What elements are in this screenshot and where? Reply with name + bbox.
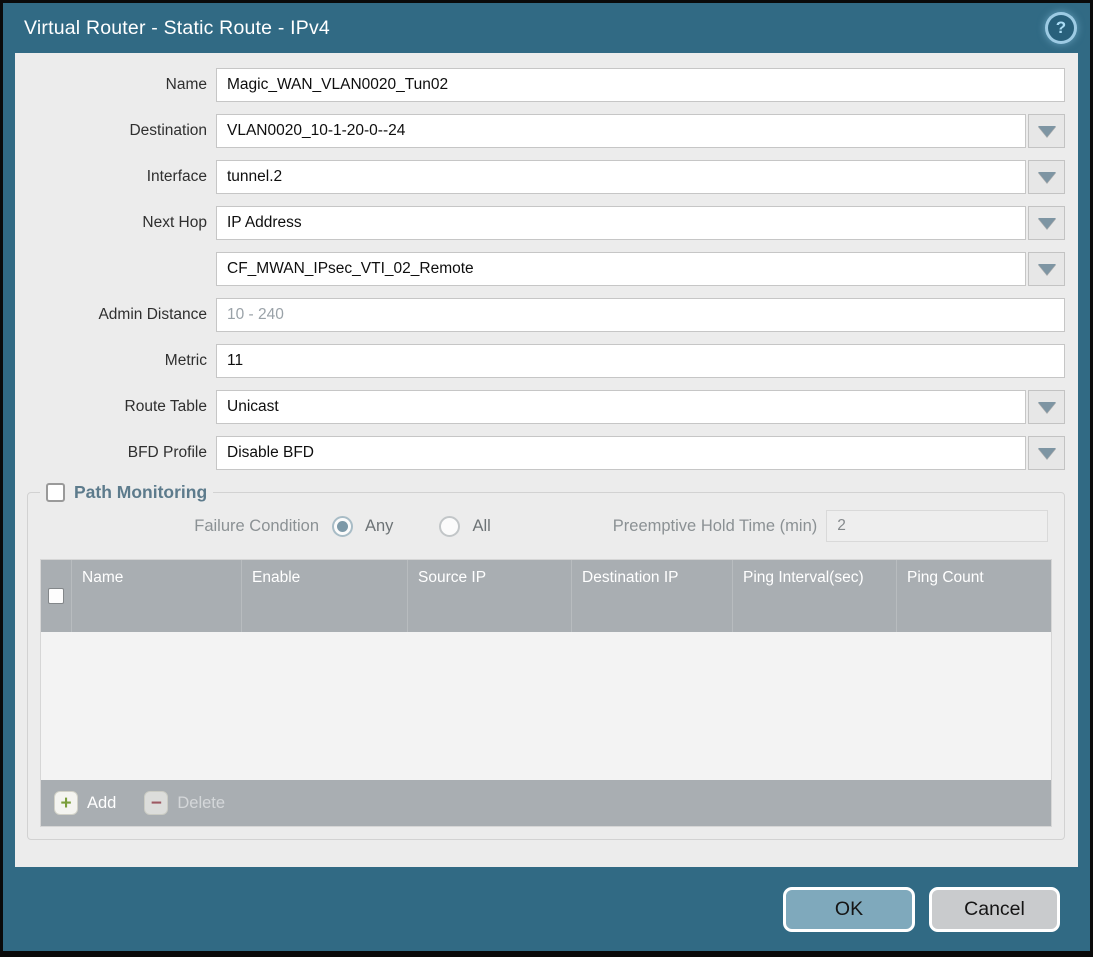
- failure-condition-all-radio[interactable]: [439, 516, 460, 537]
- name-label: Name: [15, 76, 216, 94]
- column-header-source-ip[interactable]: Source IP: [408, 560, 572, 632]
- failure-condition-any-radio[interactable]: [332, 516, 353, 537]
- chevron-down-icon: [1038, 172, 1056, 183]
- admin-distance-row: Admin Distance: [15, 298, 1065, 332]
- interface-row: Interface: [15, 160, 1065, 194]
- next-hop-type-input[interactable]: [216, 206, 1026, 240]
- name-row: Name: [15, 68, 1065, 102]
- add-button-label: Add: [87, 794, 116, 813]
- chevron-down-icon: [1038, 126, 1056, 137]
- failure-condition-label: Failure Condition: [40, 517, 332, 536]
- add-button[interactable]: + Add: [54, 791, 116, 815]
- radio-dot-icon: [337, 521, 348, 532]
- path-monitoring-legend: Path Monitoring: [40, 482, 213, 503]
- destination-dropdown-button[interactable]: [1028, 114, 1065, 148]
- bfd-profile-row: BFD Profile: [15, 436, 1065, 470]
- failure-condition-any-label: Any: [365, 517, 393, 536]
- interface-dropdown-button[interactable]: [1028, 160, 1065, 194]
- route-table-input[interactable]: [216, 390, 1026, 424]
- table-body-empty[interactable]: [41, 632, 1051, 780]
- column-header-name[interactable]: Name: [72, 560, 242, 632]
- route-table-label: Route Table: [15, 398, 216, 416]
- path-monitoring-table: Name Enable Source IP Destination IP Pin…: [40, 559, 1052, 827]
- column-header-enable[interactable]: Enable: [242, 560, 408, 632]
- next-hop-row: Next Hop: [15, 206, 1065, 240]
- path-monitoring-checkbox[interactable]: [46, 483, 65, 502]
- table-header-checkbox-cell: [41, 560, 72, 632]
- destination-row: Destination: [15, 114, 1065, 148]
- ok-button[interactable]: OK: [783, 887, 915, 932]
- admin-distance-label: Admin Distance: [15, 306, 216, 324]
- failure-condition-row: Failure Condition Any All Preemptive Hol…: [40, 509, 1052, 543]
- chevron-down-icon: [1038, 218, 1056, 229]
- delete-minus-icon: −: [144, 791, 168, 815]
- interface-label: Interface: [15, 168, 216, 186]
- next-hop-type-dropdown-button[interactable]: [1028, 206, 1065, 240]
- admin-distance-input[interactable]: [216, 298, 1065, 332]
- bfd-profile-dropdown-button[interactable]: [1028, 436, 1065, 470]
- static-route-dialog: Virtual Router - Static Route - IPv4 ? N…: [0, 0, 1093, 957]
- select-all-checkbox[interactable]: [48, 588, 64, 604]
- delete-button[interactable]: − Delete: [144, 791, 225, 815]
- destination-input[interactable]: [216, 114, 1026, 148]
- help-icon-glyph: ?: [1056, 18, 1066, 38]
- path-monitoring-title: Path Monitoring: [74, 482, 207, 503]
- chevron-down-icon: [1038, 448, 1056, 459]
- next-hop-address-dropdown-button[interactable]: [1028, 252, 1065, 286]
- table-header-row: Name Enable Source IP Destination IP Pin…: [41, 560, 1051, 632]
- metric-label: Metric: [15, 352, 216, 370]
- preemptive-hold-time-label: Preemptive Hold Time (min): [613, 517, 817, 536]
- route-table-row: Route Table: [15, 390, 1065, 424]
- dialog-title: Virtual Router - Static Route - IPv4: [24, 17, 1048, 40]
- bfd-profile-input[interactable]: [216, 436, 1026, 470]
- metric-row: Metric: [15, 344, 1065, 378]
- path-monitoring-section: Path Monitoring Failure Condition Any Al…: [27, 482, 1065, 840]
- preemptive-hold-time-input[interactable]: [826, 510, 1048, 542]
- title-bar: Virtual Router - Static Route - IPv4 ?: [3, 3, 1090, 53]
- column-header-destination-ip[interactable]: Destination IP: [572, 560, 733, 632]
- next-hop-address-input[interactable]: [216, 252, 1026, 286]
- help-icon[interactable]: ?: [1048, 15, 1074, 41]
- failure-condition-all-label: All: [472, 517, 490, 536]
- delete-button-label: Delete: [177, 794, 225, 813]
- table-footer-bar: + Add − Delete: [41, 780, 1051, 826]
- column-header-ping-count[interactable]: Ping Count: [897, 560, 1051, 632]
- name-input[interactable]: [216, 68, 1065, 102]
- cancel-button[interactable]: Cancel: [929, 887, 1060, 932]
- next-hop-label: Next Hop: [15, 214, 216, 232]
- chevron-down-icon: [1038, 402, 1056, 413]
- route-table-dropdown-button[interactable]: [1028, 390, 1065, 424]
- interface-input[interactable]: [216, 160, 1026, 194]
- chevron-down-icon: [1038, 264, 1056, 275]
- metric-input[interactable]: [216, 344, 1065, 378]
- radio-dot-icon: [444, 521, 455, 532]
- next-hop-address-row: [15, 252, 1065, 286]
- dialog-body: Name Destination Interface: [15, 53, 1078, 867]
- add-plus-icon: +: [54, 791, 78, 815]
- bfd-profile-label: BFD Profile: [15, 444, 216, 462]
- dialog-footer: OK Cancel: [3, 867, 1090, 951]
- destination-label: Destination: [15, 122, 216, 140]
- column-header-ping-interval[interactable]: Ping Interval(sec): [733, 560, 897, 632]
